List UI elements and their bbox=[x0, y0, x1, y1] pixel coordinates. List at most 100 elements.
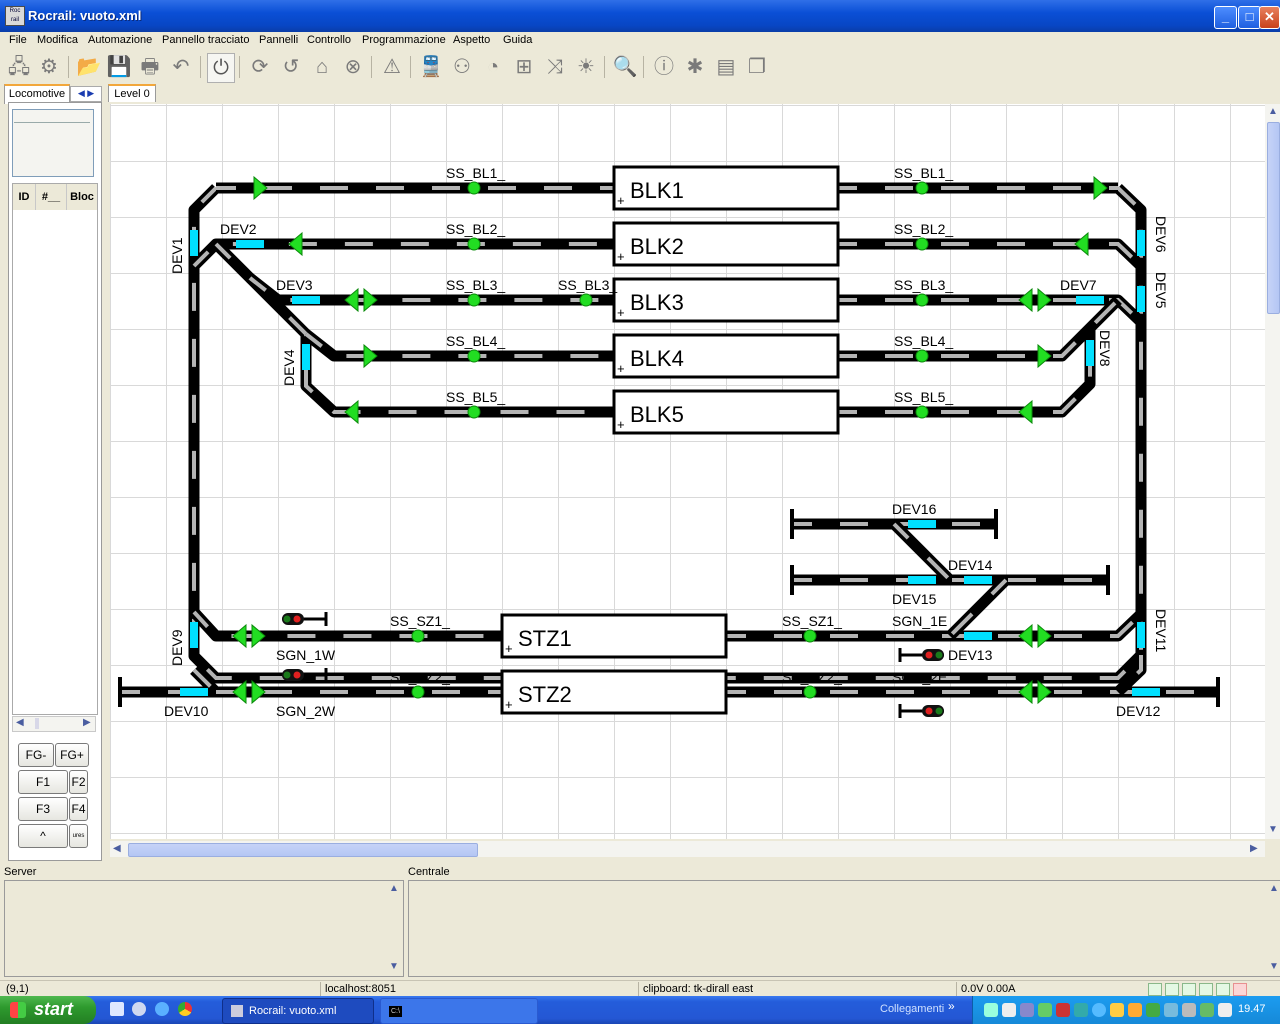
scroll-up-icon[interactable]: ▲ bbox=[1268, 106, 1278, 117]
sensor-icon[interactable] bbox=[915, 293, 929, 307]
direction-arrow-left-icon[interactable] bbox=[1018, 399, 1033, 425]
sensor-icon[interactable] bbox=[915, 181, 929, 195]
signal-red-lamp[interactable] bbox=[293, 615, 301, 623]
sensor-icon[interactable] bbox=[467, 293, 481, 307]
tray-app-icon[interactable] bbox=[1164, 1003, 1178, 1017]
direction-arrow-left-icon[interactable] bbox=[232, 623, 247, 649]
tab-locomotive[interactable]: Locomotive bbox=[4, 84, 70, 104]
track-plan-canvas[interactable]: BLK1+BLK2+BLK3+BLK4+BLK5+STZ1+STZ2+SS_BL… bbox=[110, 104, 1265, 839]
tray-app-icon[interactable] bbox=[1002, 1003, 1016, 1017]
tray-app-icon[interactable] bbox=[1128, 1003, 1142, 1017]
show-desktop-icon[interactable] bbox=[110, 1002, 124, 1016]
tray-app-icon[interactable] bbox=[1092, 1003, 1106, 1017]
bug-icon[interactable]: ✱ bbox=[682, 53, 708, 81]
menu-file[interactable]: File bbox=[9, 33, 27, 47]
settings-icon[interactable]: ⚙ bbox=[36, 53, 62, 81]
shuffle-icon[interactable]: ⤨ bbox=[542, 53, 568, 81]
info-icon[interactable]: ⓘ bbox=[651, 53, 677, 81]
stop-all-icon[interactable]: ⊗ bbox=[340, 53, 366, 81]
tray-app-icon[interactable] bbox=[1200, 1003, 1214, 1017]
direction-arrow-left-icon[interactable] bbox=[1018, 287, 1033, 313]
tray-app-icon[interactable] bbox=[1110, 1003, 1124, 1017]
reset-icon[interactable]: ↺ bbox=[278, 53, 304, 81]
f4-button[interactable]: F4 bbox=[69, 797, 88, 821]
direction-arrow-right-icon[interactable] bbox=[1093, 175, 1108, 201]
function-up-button[interactable]: ^ bbox=[18, 824, 68, 848]
sensor-icon[interactable] bbox=[915, 405, 929, 419]
sensor-icon[interactable] bbox=[411, 685, 425, 699]
power-icon[interactable]: ⏻ bbox=[207, 53, 235, 83]
signal-red-lamp[interactable] bbox=[925, 707, 933, 715]
locomotive-table-scrollbar[interactable]: ◀ ▶ bbox=[12, 716, 96, 732]
f2-button[interactable]: F2 bbox=[69, 770, 88, 794]
menu-guida[interactable]: Guida bbox=[503, 33, 532, 47]
sensor-icon[interactable] bbox=[411, 629, 425, 643]
document-icon[interactable]: ▤ bbox=[713, 53, 739, 81]
column-number[interactable]: #__ bbox=[36, 184, 67, 210]
sensor-icon[interactable] bbox=[915, 237, 929, 251]
light-icon[interactable]: ☀ bbox=[573, 53, 599, 81]
direction-arrow-right-icon[interactable] bbox=[363, 287, 378, 313]
menu-pannello-tracciato[interactable]: Pannello tracciato bbox=[162, 33, 249, 47]
direction-arrow-right-icon[interactable] bbox=[251, 623, 266, 649]
quicklinks-label[interactable]: Collegamenti bbox=[880, 1003, 944, 1015]
close-button[interactable]: ✕ bbox=[1259, 6, 1280, 29]
f3-button[interactable]: F3 bbox=[18, 797, 68, 821]
direction-arrow-left-icon[interactable] bbox=[344, 399, 359, 425]
task-rocrail[interactable]: Rocrail: vuoto.xml bbox=[222, 998, 374, 1024]
direction-arrow-right-icon[interactable] bbox=[1037, 623, 1052, 649]
direction-arrow-left-icon[interactable] bbox=[1074, 231, 1089, 257]
sensor-icon[interactable] bbox=[467, 181, 481, 195]
print-icon[interactable]: 🖶 bbox=[137, 53, 163, 81]
rocrail-app-icon[interactable]: Roc rail bbox=[5, 6, 25, 26]
scroll-left-icon[interactable]: ◀ bbox=[16, 717, 24, 728]
direction-arrow-left-icon[interactable] bbox=[344, 287, 359, 313]
auto-mode-icon[interactable]: ⟳ bbox=[247, 53, 273, 81]
scroll-right-icon[interactable]: ▶ bbox=[1250, 843, 1258, 854]
tray-app-icon[interactable] bbox=[1146, 1003, 1160, 1017]
track-plan[interactable]: BLK1 + BLK2 + BLK3 + BLK4 + BLK5 + STZ1 + STZ2 + SS_BL… bbox=[110, 104, 1265, 839]
direction-arrow-right-icon[interactable] bbox=[1037, 343, 1052, 369]
column-id[interactable]: ID bbox=[13, 184, 36, 210]
direction-arrow-left-icon[interactable] bbox=[288, 231, 303, 257]
direction-arrow-right-icon[interactable] bbox=[1037, 287, 1052, 313]
pages-icon[interactable]: ❐ bbox=[744, 53, 770, 81]
tab-level-0[interactable]: Level 0 bbox=[108, 84, 156, 104]
fg-minus-button[interactable]: FG- bbox=[18, 743, 54, 767]
maximize-button[interactable]: □ bbox=[1238, 6, 1261, 29]
search-icon[interactable]: 🔍 bbox=[612, 53, 638, 81]
open-folder-icon[interactable]: 📂 bbox=[76, 53, 102, 81]
tray-app-icon[interactable] bbox=[1056, 1003, 1070, 1017]
tab-scroll-arrows[interactable]: ◀ ▶ bbox=[70, 86, 102, 102]
sensor-icon[interactable] bbox=[467, 405, 481, 419]
menu-pannelli[interactable]: Pannelli bbox=[259, 33, 298, 47]
speedometer-icon[interactable]: ◔ bbox=[480, 53, 506, 81]
locomotive-icon[interactable]: 🚆 bbox=[418, 53, 444, 81]
features-button[interactable]: ures bbox=[69, 824, 88, 848]
sensor-icon[interactable] bbox=[803, 685, 817, 699]
quicklinks-chevron-icon[interactable]: » bbox=[948, 999, 955, 1013]
sensor-icon[interactable] bbox=[467, 349, 481, 363]
menu-modifica[interactable]: Modifica bbox=[37, 33, 78, 47]
sensor-icon[interactable] bbox=[467, 237, 481, 251]
direction-arrow-right-icon[interactable] bbox=[251, 679, 266, 705]
emergency-warning-icon[interactable]: ⚠ bbox=[379, 53, 405, 81]
fg-plus-button[interactable]: FG+ bbox=[55, 743, 89, 767]
internet-explorer-icon[interactable] bbox=[155, 1002, 169, 1016]
tray-app-icon[interactable] bbox=[1020, 1003, 1034, 1017]
column-block[interactable]: Bloc bbox=[67, 184, 97, 210]
direction-arrow-right-icon[interactable] bbox=[1037, 679, 1052, 705]
signal-red-lamp[interactable] bbox=[925, 651, 933, 659]
menu-controllo[interactable]: Controllo bbox=[307, 33, 351, 47]
plan-horizontal-scroll-thumb[interactable] bbox=[128, 843, 478, 857]
menu-automazione[interactable]: Automazione bbox=[88, 33, 152, 47]
turntable-icon[interactable]: ⊞ bbox=[511, 53, 537, 81]
sensor-icon[interactable] bbox=[803, 629, 817, 643]
throttle-icon[interactable]: ⚇ bbox=[449, 53, 475, 81]
direction-arrow-right-icon[interactable] bbox=[363, 343, 378, 369]
tray-volume-icon[interactable] bbox=[1218, 1003, 1232, 1017]
sensor-icon[interactable] bbox=[915, 349, 929, 363]
centrale-log[interactable]: ▲ ▼ bbox=[408, 880, 1280, 977]
minimize-button[interactable]: _ bbox=[1214, 6, 1237, 29]
f1-button[interactable]: F1 bbox=[18, 770, 68, 794]
